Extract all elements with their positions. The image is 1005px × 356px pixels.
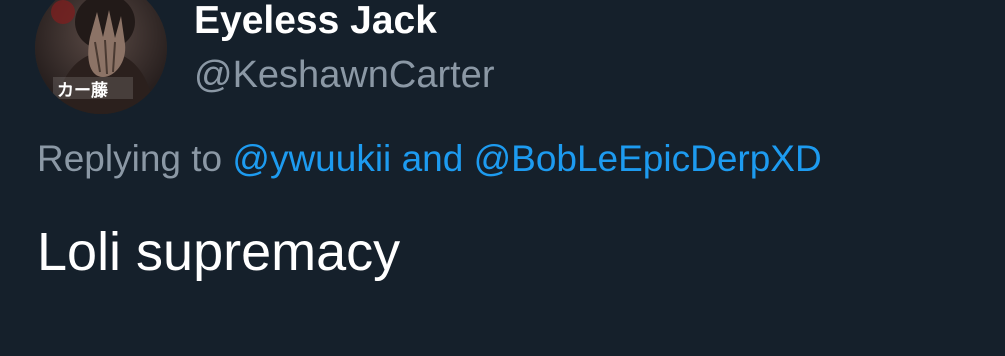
mention-link-ywuukii[interactable]: @ywuukii [232,138,391,179]
mention-conjunction: and [401,138,464,179]
tweet-body-text: Loli supremacy [37,222,401,282]
author-avatar[interactable]: カー藤 [35,0,167,114]
author-display-name[interactable]: Eyeless Jack [194,0,437,44]
avatar-caption: カー藤 [57,81,109,101]
replying-to-label: Replying to [37,138,223,179]
replying-to-line: Replying to @ywuukii and @BobLeEpicDerpX… [37,136,822,182]
avatar-image: カー藤 [35,0,167,114]
tweet-card: カー藤 Eyeless Jack @KeshawnCarter Replying… [0,0,1005,356]
author-handle[interactable]: @KeshawnCarter [194,52,494,98]
mention-link-bobleepicderpxd[interactable]: @BobLeEpicDerpXD [474,138,822,179]
